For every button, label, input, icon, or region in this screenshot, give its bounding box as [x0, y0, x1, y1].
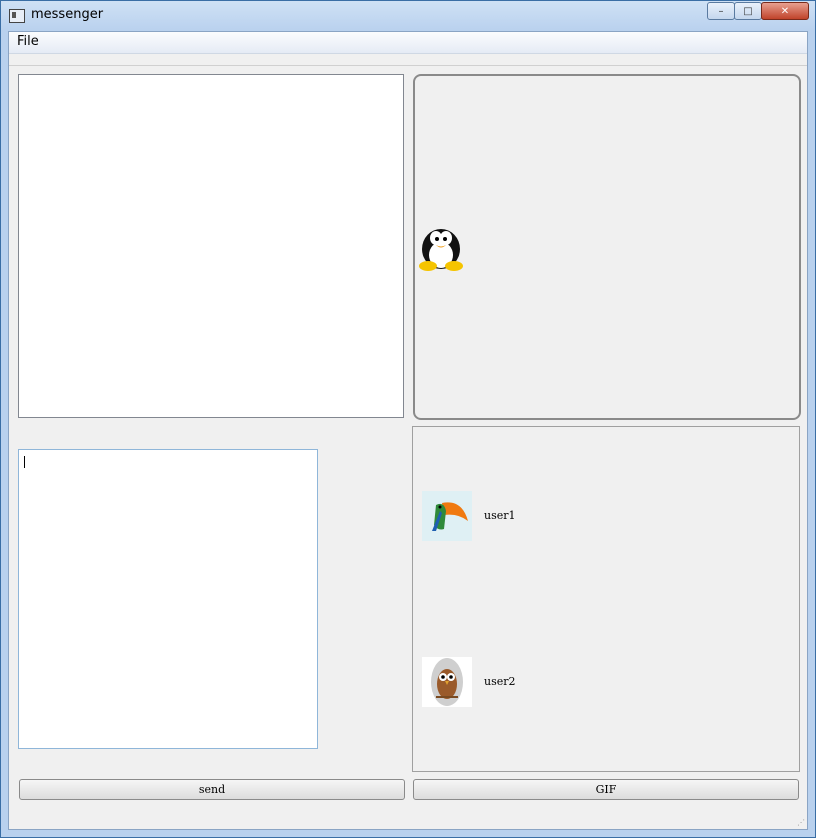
- messenger-window: messenger – □ ✕ File user1 user2 send GI…: [0, 0, 816, 838]
- app-icon: [9, 9, 25, 23]
- send-button[interactable]: send: [19, 779, 405, 800]
- client-area: File user1 user2 send GIF ⋰: [8, 31, 808, 830]
- toucan-icon: [422, 491, 472, 541]
- user-item-user1[interactable]: user1: [422, 491, 722, 541]
- gif-button[interactable]: GIF: [413, 779, 799, 800]
- window-title: messenger: [31, 7, 104, 22]
- text-caret: [24, 456, 25, 468]
- resize-grip[interactable]: ⋰: [797, 819, 805, 827]
- chat-display[interactable]: [18, 74, 404, 418]
- maximize-button[interactable]: □: [734, 2, 762, 20]
- close-button[interactable]: ✕: [761, 2, 809, 20]
- message-input[interactable]: [18, 449, 318, 749]
- penguin-icon: [419, 229, 463, 271]
- menu-bar: File: [9, 32, 807, 54]
- user-list: user1 user2: [412, 426, 800, 772]
- user-item-user2[interactable]: user2: [422, 657, 722, 707]
- title-bar[interactable]: messenger – □ ✕: [1, 1, 815, 31]
- menu-file[interactable]: File: [17, 34, 39, 49]
- owl-icon: [422, 657, 472, 707]
- minimize-button[interactable]: –: [707, 2, 735, 20]
- avatar-panel: [413, 74, 801, 420]
- user-name: user2: [484, 675, 516, 688]
- toolbar-separator: [9, 65, 807, 66]
- user-name: user1: [484, 509, 516, 522]
